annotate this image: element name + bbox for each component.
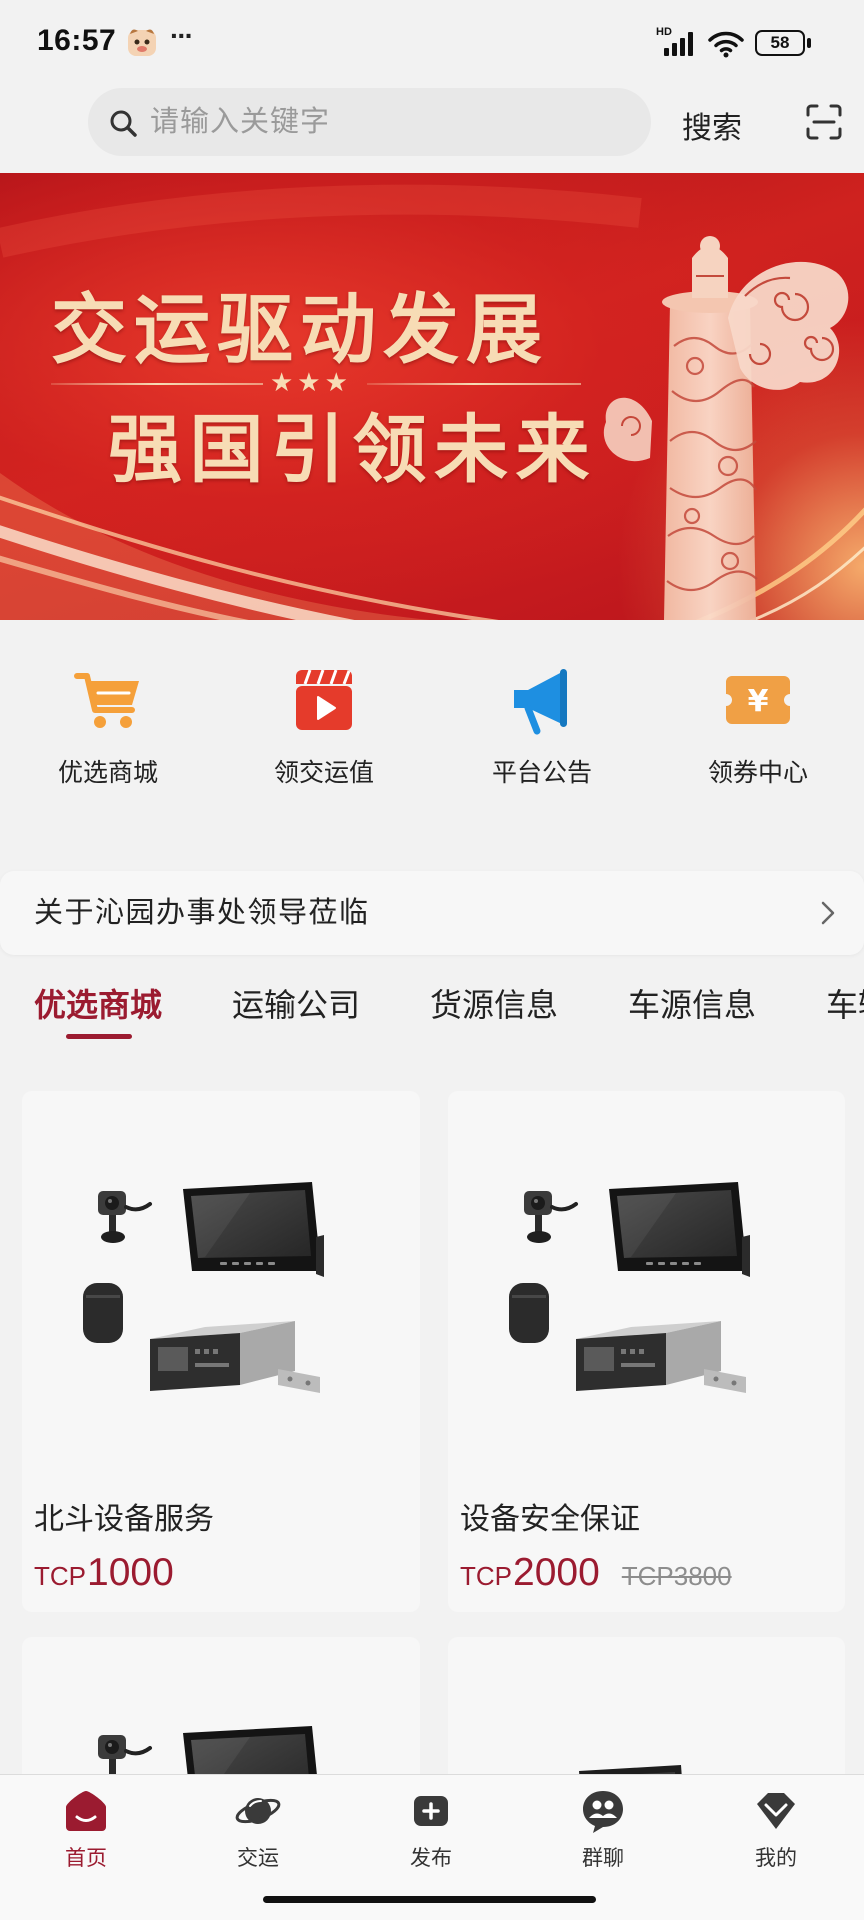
tab-vehicles[interactable]: 车辆 xyxy=(826,985,864,1025)
battery-nub xyxy=(807,38,811,48)
product-price: TCP 1000 xyxy=(34,1551,174,1595)
tab-vehicle-source-info[interactable]: 车源信息 xyxy=(628,985,756,1025)
notice-text: 关于沁园办事处领导莅临 xyxy=(34,897,370,929)
publish-icon xyxy=(414,1796,448,1826)
cart-icon xyxy=(74,673,139,728)
price-value: 2000 xyxy=(513,1551,600,1594)
status-time: 16:57 xyxy=(37,24,117,57)
signal-icon xyxy=(664,32,693,56)
wifi-icon xyxy=(708,31,744,58)
search-button[interactable]: 搜索 xyxy=(682,103,742,147)
nav-label: 发布 xyxy=(410,1847,452,1870)
quick-menu-label: 领券中心 xyxy=(707,759,808,787)
nav-home[interactable]: 首页 xyxy=(11,1787,161,1887)
product-price: TCP 2000 TCP3800 xyxy=(460,1551,732,1595)
nav-profile[interactable]: 我的 xyxy=(701,1787,851,1887)
original-price: TCP3800 xyxy=(621,1561,732,1591)
product-title: 北斗设备服务 xyxy=(34,1503,214,1536)
nav-label: 交运 xyxy=(237,1847,279,1870)
status-more-indicator: ··· xyxy=(170,20,194,51)
banner-headline-line1: 交运驱动发展 xyxy=(51,285,549,374)
product-card[interactable]: 设备安全保证 TCP 2000 TCP3800 xyxy=(448,1091,845,1612)
nav-label: 首页 xyxy=(65,1847,107,1870)
promo-banner[interactable]: 交运驱动发展 ★★★ 强国引领未来 xyxy=(0,173,864,620)
nav-transport[interactable]: 交运 xyxy=(183,1787,333,1887)
banner-headline-line2: 强国引领未来 xyxy=(108,407,597,493)
home-icon xyxy=(66,1791,106,1831)
product-card[interactable]: 北斗设备服务 TCP 1000 xyxy=(22,1091,420,1612)
huabiao-column-illustration xyxy=(603,236,849,620)
megaphone-icon xyxy=(514,669,567,735)
planet-icon xyxy=(235,1798,281,1824)
search-bar[interactable] xyxy=(88,88,651,156)
quick-menu-item-announcements[interactable]: 平台公告 xyxy=(452,660,632,800)
product-image xyxy=(80,1179,325,1401)
app-notification-icon xyxy=(128,29,156,56)
product-title: 设备安全保证 xyxy=(460,1503,640,1536)
tab-transport-companies[interactable]: 运输公司 xyxy=(232,985,360,1025)
video-play-icon xyxy=(296,669,352,730)
tab-mall[interactable]: 优选商城 xyxy=(34,985,162,1025)
scan-icon[interactable] xyxy=(804,102,844,142)
price-value: 1000 xyxy=(87,1551,174,1594)
banner-divider-left xyxy=(51,383,263,385)
notice-bar[interactable]: 关于沁园办事处领导莅临 xyxy=(0,871,864,955)
quick-menu-label: 优选商城 xyxy=(57,759,158,787)
active-tab-indicator xyxy=(66,1034,132,1039)
quick-menu-item-coupons[interactable]: ¥ 领券中心 xyxy=(668,660,848,800)
product-image xyxy=(506,1179,751,1401)
group-chat-icon xyxy=(583,1791,623,1833)
battery-indicator: 58 xyxy=(755,30,805,56)
quick-menu-item-rewards[interactable]: 领交运值 xyxy=(234,660,414,800)
chevron-right-icon xyxy=(821,901,835,925)
tab-cargo-info[interactable]: 货源信息 xyxy=(430,985,558,1025)
price-currency: TCP xyxy=(460,1561,512,1591)
coupon-icon: ¥ xyxy=(726,676,790,724)
nav-label: 我的 xyxy=(755,1847,797,1870)
nav-group-chat[interactable]: 群聊 xyxy=(528,1787,678,1887)
home-indicator[interactable] xyxy=(263,1896,596,1903)
diamond-icon xyxy=(757,1793,795,1829)
price-currency: TCP xyxy=(34,1561,86,1591)
quick-menu-item-mall[interactable]: 优选商城 xyxy=(18,660,198,800)
banner-divider-right xyxy=(367,383,581,385)
quick-menu-label: 领交运值 xyxy=(273,759,374,787)
banner-stars: ★★★ xyxy=(270,367,352,397)
nav-publish[interactable]: 发布 xyxy=(356,1787,506,1887)
quick-menu-label: 平台公告 xyxy=(491,759,592,787)
search-icon xyxy=(110,110,137,137)
category-tabs: 优选商城 运输公司 货源信息 车源信息 车辆 xyxy=(0,979,864,1045)
coupon-symbol: ¥ xyxy=(748,684,769,719)
search-input[interactable] xyxy=(150,88,630,156)
nav-label: 群聊 xyxy=(582,1847,624,1870)
